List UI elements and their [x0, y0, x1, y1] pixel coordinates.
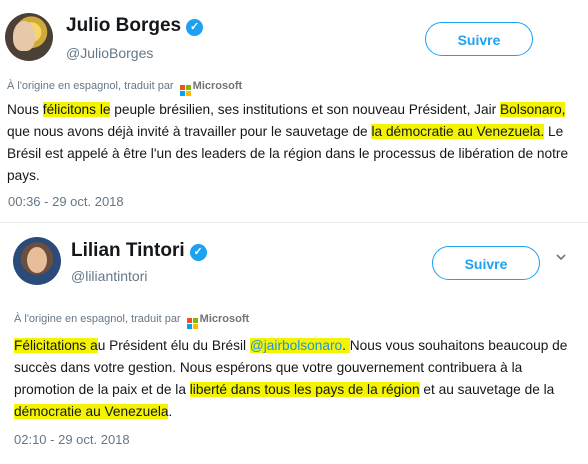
- text-segment: et au sauvetage de la: [419, 382, 555, 397]
- translator-name: Microsoft: [199, 313, 250, 325]
- translation-label: À l'origine en espagnol, traduit par: [14, 313, 181, 325]
- tweet-timestamp[interactable]: 02:10 - 29 oct. 2018: [14, 432, 130, 447]
- tweet-text: Félicitations au Président élu du Brésil…: [14, 335, 584, 423]
- user-name[interactable]: Lilian Tintori ✓: [71, 240, 207, 262]
- text-segment: peuple brésilien, ses institutions et so…: [110, 102, 501, 117]
- highlighted-text: Bolsonaro,: [500, 102, 566, 117]
- text-segment: que nous avons déjà invité à travailler …: [7, 124, 372, 139]
- microsoft-logo-icon: [179, 85, 191, 96]
- follow-button[interactable]: Suivre: [432, 246, 540, 280]
- verified-badge-icon: ✓: [186, 19, 204, 36]
- mention-link[interactable]: @jairbolsonaro: [249, 338, 343, 353]
- avatar[interactable]: [13, 237, 61, 285]
- text-segment: .: [168, 404, 173, 419]
- user-name[interactable]: Julio Borges ✓: [66, 15, 204, 37]
- user-handle[interactable]: @JulioBorges: [66, 45, 153, 61]
- microsoft-logo-icon: [186, 318, 198, 329]
- translation-note: À l'origine en espagnol, traduit par Mic…: [14, 313, 249, 329]
- user-handle[interactable]: @liliantintori: [71, 268, 147, 284]
- chevron-down-icon[interactable]: [556, 252, 566, 262]
- user-name-text[interactable]: Lilian Tintori: [71, 240, 185, 261]
- highlighted-text: démocratie au Venezuela: [14, 404, 169, 419]
- text-segment: Nous: [7, 102, 43, 117]
- highlighted-text: Félicitations a: [14, 338, 98, 353]
- highlighted-text: .: [342, 338, 350, 353]
- translator-name: Microsoft: [192, 80, 243, 92]
- highlighted-text: liberté dans tous les pays de la région: [189, 382, 420, 397]
- user-name-text[interactable]: Julio Borges: [66, 15, 181, 36]
- text-segment: u Président élu du Brésil: [97, 338, 250, 353]
- follow-button[interactable]: Suivre: [425, 22, 533, 56]
- tweet-text: Nous félicitons le peuple brésilien, ses…: [7, 99, 581, 187]
- tweet-card: Julio Borges ✓ @JulioBorges Suivre À l'or…: [0, 0, 588, 222]
- translation-label: À l'origine en espagnol, traduit par: [7, 80, 174, 92]
- avatar[interactable]: [5, 13, 53, 61]
- verified-badge-icon: ✓: [189, 244, 207, 261]
- tweet-timestamp[interactable]: 00:36 - 29 oct. 2018: [8, 194, 124, 209]
- highlighted-text: félicitons le: [42, 102, 111, 117]
- highlighted-text: la démocratie au Venezuela.: [371, 124, 545, 139]
- translation-note: À l'origine en espagnol, traduit par Mic…: [7, 80, 242, 96]
